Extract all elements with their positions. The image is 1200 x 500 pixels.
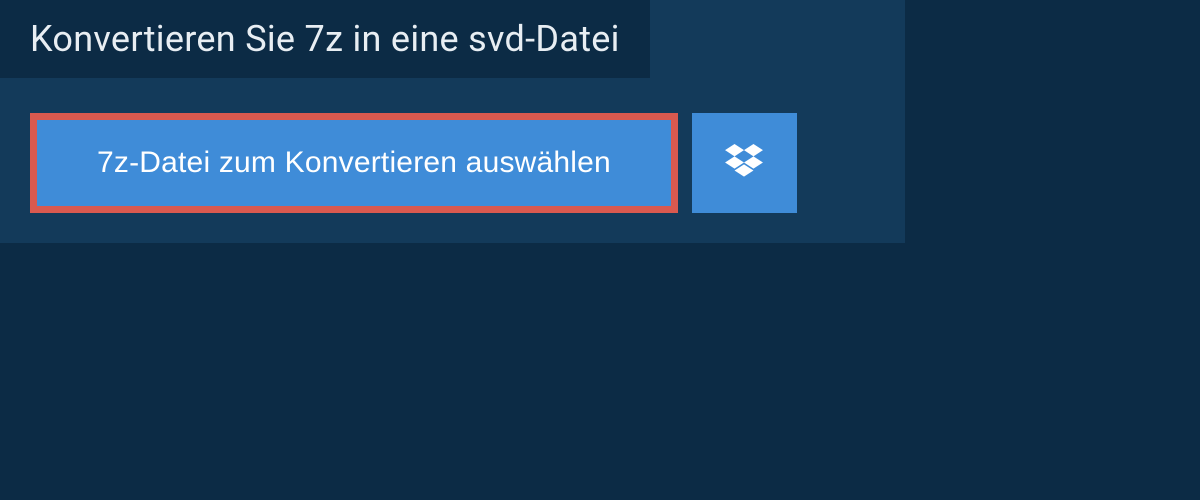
page-title: Konvertieren Sie 7z in eine svd-Datei: [30, 18, 620, 60]
action-row: 7z-Datei zum Konvertieren auswählen: [0, 78, 905, 213]
converter-panel: Konvertieren Sie 7z in eine svd-Datei 7z…: [0, 0, 905, 243]
select-file-highlight: 7z-Datei zum Konvertieren auswählen: [30, 113, 678, 213]
dropbox-icon: [725, 144, 763, 183]
dropbox-button[interactable]: [692, 113, 797, 213]
select-file-button[interactable]: 7z-Datei zum Konvertieren auswählen: [37, 120, 671, 206]
header-bar: Konvertieren Sie 7z in eine svd-Datei: [0, 0, 650, 78]
